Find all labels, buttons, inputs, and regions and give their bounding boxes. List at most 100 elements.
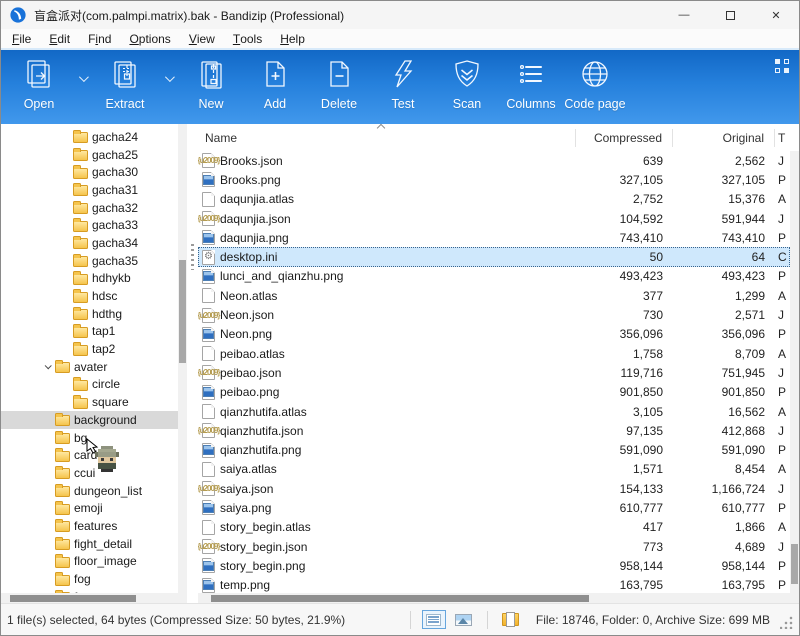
sidebar-item-dungeon_list[interactable]: dungeon_list bbox=[1, 482, 178, 500]
sidebar-item-gacha25[interactable]: gacha25 bbox=[1, 146, 178, 164]
file-row-story_begin.atlas[interactable]: story_begin.atlas4171,866A bbox=[198, 518, 790, 537]
sidebar-item-emoji[interactable]: emoji bbox=[1, 499, 178, 517]
thumbnail-view-button[interactable] bbox=[452, 610, 476, 629]
file-row-lunci_and_qianzhu.png[interactable]: lunci_and_qianzhu.png493,423493,423P bbox=[198, 267, 790, 286]
details-view-button[interactable] bbox=[422, 610, 446, 629]
file-name: daqunjia.png bbox=[220, 231, 289, 245]
sidebar-item-tap2[interactable]: tap2 bbox=[1, 340, 178, 358]
file-row-Neon.json[interactable]: Neon.json7302,571J bbox=[198, 305, 790, 324]
close-button[interactable]: ✕ bbox=[753, 1, 799, 29]
sidebar-item-hdhykb[interactable]: hdhykb bbox=[1, 270, 178, 288]
sidebar-item-gacha35[interactable]: gacha35 bbox=[1, 252, 178, 270]
globe-icon bbox=[578, 54, 612, 94]
delete-button[interactable]: Delete bbox=[307, 54, 371, 111]
file-row-Neon.png[interactable]: Neon.png356,096356,096P bbox=[198, 325, 790, 344]
chevron-down-icon[interactable] bbox=[39, 359, 55, 375]
file-row-saiya.png[interactable]: saiya.png610,777610,777P bbox=[198, 498, 790, 517]
folder-label: hdthg bbox=[92, 307, 122, 321]
sidebar-item-avater[interactable]: avater bbox=[1, 358, 178, 376]
list-vertical-scrollbar[interactable] bbox=[790, 151, 799, 593]
original-size: 15,376 bbox=[673, 192, 775, 206]
sidebar-item-ccui[interactable]: ccui bbox=[1, 464, 178, 482]
open-archive-folder-button[interactable] bbox=[499, 610, 523, 629]
scan-button[interactable]: Scan bbox=[435, 54, 499, 111]
file-row-qianzhutifa.atlas[interactable]: qianzhutifa.atlas3,10516,562A bbox=[198, 402, 790, 421]
tree-vertical-scrollbar[interactable] bbox=[178, 124, 187, 593]
file-row-peibao.atlas[interactable]: peibao.atlas1,7588,709A bbox=[198, 344, 790, 363]
menu-item-help[interactable]: Help bbox=[271, 29, 314, 48]
folder-icon bbox=[73, 327, 88, 338]
file-row-daqunjia.png[interactable]: daqunjia.png743,410743,410P bbox=[198, 228, 790, 247]
file-row-Neon.atlas[interactable]: Neon.atlas3771,299A bbox=[198, 286, 790, 305]
file-row-saiya.atlas[interactable]: saiya.atlas1,5718,454A bbox=[198, 460, 790, 479]
test-button[interactable]: Test bbox=[371, 54, 435, 111]
column-header-original[interactable]: Original bbox=[673, 129, 775, 147]
file-row-qianzhutifa.png[interactable]: qianzhutifa.png591,090591,090P bbox=[198, 440, 790, 459]
tree-vscroll-thumb[interactable] bbox=[179, 260, 186, 363]
sidebar-item-card[interactable]: card bbox=[1, 446, 178, 464]
open-button[interactable]: Open bbox=[7, 54, 71, 111]
file-row-desktop.ini[interactable]: desktop.ini5064C bbox=[198, 247, 790, 266]
maximize-button[interactable] bbox=[707, 1, 753, 29]
sidebar-item-square[interactable]: square bbox=[1, 393, 178, 411]
json-file-icon bbox=[202, 423, 215, 438]
sidebar-item-floor_image[interactable]: floor_image bbox=[1, 553, 178, 571]
bandizip-window: 盲盒派对(com.palmpi.matrix).bak - Bandizip (… bbox=[0, 0, 800, 636]
sidebar-item-gacha33[interactable]: gacha33 bbox=[1, 216, 178, 234]
sidebar-item-gacha31[interactable]: gacha31 bbox=[1, 181, 178, 199]
sidebar-item-background[interactable]: background bbox=[1, 411, 178, 429]
file-row-Brooks.json[interactable]: Brooks.json6392,562J bbox=[198, 151, 790, 170]
sidebar-item-circle[interactable]: circle bbox=[1, 376, 178, 394]
sidebar-item-gacha34[interactable]: gacha34 bbox=[1, 234, 178, 252]
minimize-button[interactable]: — bbox=[661, 1, 707, 29]
png-file-icon bbox=[202, 578, 215, 593]
new-button[interactable]: New bbox=[179, 54, 243, 111]
sidebar-item-bg[interactable]: bg bbox=[1, 429, 178, 447]
sidebar-item-features[interactable]: features bbox=[1, 517, 178, 535]
file-row-peibao.json[interactable]: peibao.json119,716751,945J bbox=[198, 363, 790, 382]
sidebar-item-tap1[interactable]: tap1 bbox=[1, 323, 178, 341]
file-row-saiya.json[interactable]: saiya.json154,1331,166,724J bbox=[198, 479, 790, 498]
file-row-daqunjia.atlas[interactable]: daqunjia.atlas2,75215,376A bbox=[198, 190, 790, 209]
columns-button[interactable]: Columns bbox=[499, 54, 563, 111]
sidebar-item-gacha24[interactable]: gacha24 bbox=[1, 128, 178, 146]
extract-dropdown-button[interactable] bbox=[157, 58, 179, 98]
resize-grip[interactable] bbox=[780, 616, 793, 629]
column-header-name[interactable]: Name bbox=[198, 129, 576, 147]
sidebar-item-hdsc[interactable]: hdsc bbox=[1, 287, 178, 305]
menu-item-file[interactable]: File bbox=[3, 29, 40, 48]
menu-item-edit[interactable]: Edit bbox=[40, 29, 79, 48]
file-row-qianzhutifa.json[interactable]: qianzhutifa.json97,135412,868J bbox=[198, 421, 790, 440]
sidebar-item-fog[interactable]: fog bbox=[1, 570, 178, 588]
tree-hscroll-thumb[interactable] bbox=[10, 595, 136, 602]
file-row-story_begin.png[interactable]: story_begin.png958,144958,144P bbox=[198, 556, 790, 575]
file-type: A bbox=[775, 462, 790, 476]
file-row-peibao.png[interactable]: peibao.png901,850901,850P bbox=[198, 383, 790, 402]
pane-splitter[interactable] bbox=[187, 124, 198, 603]
column-header-compressed[interactable]: Compressed bbox=[576, 129, 673, 147]
menu-item-tools[interactable]: Tools bbox=[224, 29, 271, 48]
sidebar-item-gacha32[interactable]: gacha32 bbox=[1, 199, 178, 217]
list-vscroll-thumb[interactable] bbox=[791, 544, 798, 584]
file-type: P bbox=[775, 501, 790, 515]
list-horizontal-scrollbar[interactable] bbox=[198, 593, 799, 603]
sidebar-item-hdthg[interactable]: hdthg bbox=[1, 305, 178, 323]
column-header-type[interactable]: T bbox=[775, 129, 799, 147]
add-button[interactable]: Add bbox=[243, 54, 307, 111]
open-dropdown-button[interactable] bbox=[71, 58, 93, 98]
tree-horizontal-scrollbar[interactable] bbox=[1, 593, 187, 603]
extract-button[interactable]: Extract bbox=[93, 54, 157, 111]
sidebar-item-fight_detail[interactable]: fight_detail bbox=[1, 535, 178, 553]
file-row-daqunjia.json[interactable]: daqunjia.json104,592591,944J bbox=[198, 209, 790, 228]
file-row-temp.png[interactable]: temp.png163,795163,795P bbox=[198, 576, 790, 593]
code-page-button[interactable]: Code page bbox=[563, 54, 627, 111]
list-hscroll-thumb[interactable] bbox=[211, 595, 589, 602]
menu-item-view[interactable]: View bbox=[180, 29, 224, 48]
menu-item-options[interactable]: Options bbox=[120, 29, 179, 48]
menu-item-find[interactable]: Find bbox=[79, 29, 120, 48]
file-row-Brooks.png[interactable]: Brooks.png327,105327,105P bbox=[198, 170, 790, 189]
sidebar-item-gacha30[interactable]: gacha30 bbox=[1, 163, 178, 181]
file-row-story_begin.json[interactable]: story_begin.json7734,689J bbox=[198, 537, 790, 556]
toolbar-overflow-icon[interactable] bbox=[775, 59, 789, 73]
file-type: A bbox=[775, 347, 790, 361]
